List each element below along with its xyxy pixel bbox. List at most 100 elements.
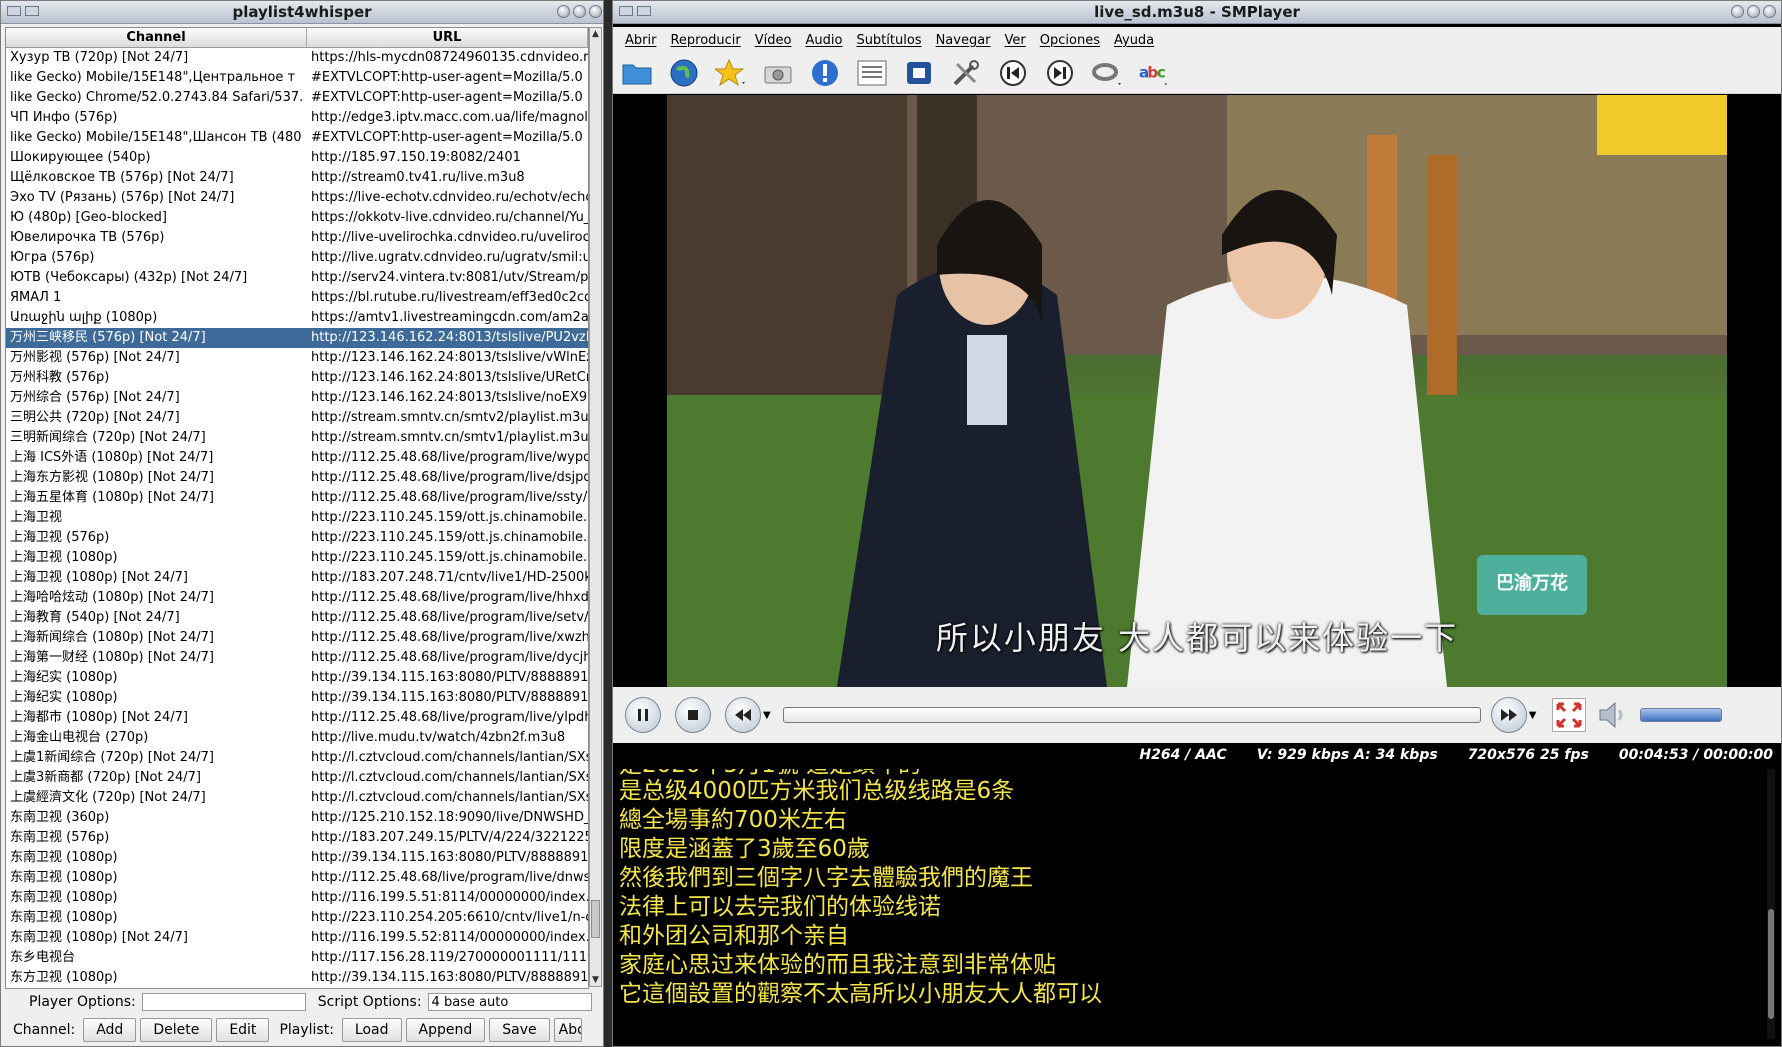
table-row[interactable]: 上海五星体育 (1080p) [Not 24/7] http://112.25.4… — [6, 488, 588, 508]
playlist-scrollbar[interactable]: ▲ ▼ — [589, 27, 602, 987]
mute-button[interactable] — [1596, 699, 1632, 731]
table-row[interactable]: 上海教育 (540p) [Not 24/7] http://112.25.48.6… — [6, 608, 588, 628]
info-exclamation-icon[interactable] — [809, 57, 841, 89]
open-folder-icon[interactable] — [621, 57, 653, 89]
table-row[interactable]: 上海卫视 (1080p) [Not 24/7] http://183.207.24… — [6, 568, 588, 588]
table-row-selected[interactable]: 万州三峡移民 (576p) [Not 24/7] http://123.146.1… — [6, 328, 588, 348]
previous-track-icon[interactable] — [997, 57, 1029, 89]
table-row[interactable]: ЧП Инфо (576p) http://edge3.iptv.macc.com… — [6, 108, 588, 128]
minimize-icon[interactable] — [1731, 5, 1744, 18]
add-channel-button[interactable]: Add — [83, 1018, 137, 1042]
table-row[interactable]: 万州科教 (576p) http://123.146.162.24:8013/ts… — [6, 368, 588, 388]
table-row[interactable]: 上海东方影视 (1080p) [Not 24/7] http://112.25.4… — [6, 468, 588, 488]
table-row[interactable]: Шокирующее (540p) http://185.97.150.19:80… — [6, 148, 588, 168]
column-header-channel[interactable]: Channel — [6, 28, 307, 47]
playlist-list-icon[interactable] — [856, 57, 888, 89]
volume-slider[interactable] — [1640, 708, 1723, 722]
table-row[interactable]: 万州影视 (576p) [Not 24/7] http://123.146.162… — [6, 348, 588, 368]
table-row[interactable]: 东南卫视 (360p) http://125.210.152.18:9090/li… — [6, 808, 588, 828]
video-area[interactable]: 所以小朋友 大人都可以来体验一下 巴渝万花 — [617, 95, 1777, 687]
table-row[interactable]: 上海都市 (1080p) [Not 24/7] http://112.25.48.… — [6, 708, 588, 728]
screenshot-camera-icon[interactable] — [762, 57, 794, 89]
pause-button[interactable] — [625, 697, 661, 733]
maximize-icon[interactable] — [573, 5, 586, 18]
table-row[interactable]: 上虞經濟文化 (720p) [Not 24/7] http://l.cztvclo… — [6, 788, 588, 808]
table-row[interactable]: 上虞3新商都 (720p) [Not 24/7] http://l.cztvclo… — [6, 768, 588, 788]
table-row[interactable]: 东乡电视台 http://117.156.28.119/270000001111/… — [6, 948, 588, 968]
channel-table[interactable]: Channel URL Хузур ТВ (720p) [Not 24/7] ht… — [5, 27, 589, 989]
table-row[interactable]: 东南卫视 (1080p) http://112.25.48.68/live/pro… — [6, 868, 588, 888]
open-url-globe-icon[interactable] — [668, 57, 700, 89]
table-row[interactable]: 上海金山电视台 (270p) http://live.mudu.tv/watch/… — [6, 728, 588, 748]
favorites-star-icon[interactable] — [715, 57, 747, 89]
next-track-icon[interactable] — [1044, 57, 1076, 89]
table-row[interactable]: 上海 ICS外语 (1080p) [Not 24/7] http://112.25… — [6, 448, 588, 468]
table-row[interactable]: like Gecko) Chrome/52.0.2743.84 Safari/5… — [6, 88, 588, 108]
table-row[interactable]: Хузур ТВ (720p) [Not 24/7] https://hls-my… — [6, 48, 588, 68]
menu-audio[interactable]: Audio — [805, 33, 842, 48]
table-row[interactable]: 上海卫视 (1080p) http://223.110.245.159/ott.j… — [6, 548, 588, 568]
window-menu-icon[interactable] — [7, 6, 21, 16]
save-playlist-button[interactable]: Save — [489, 1018, 550, 1042]
table-row[interactable]: Эхо TV (Рязань) (576p) [Not 24/7] https:/… — [6, 188, 588, 208]
table-row[interactable]: 三明公共 (720p) [Not 24/7] http://stream.smnt… — [6, 408, 588, 428]
repeat-loop-icon[interactable] — [1091, 57, 1123, 89]
stop-button[interactable] — [675, 697, 711, 733]
menu-navegar[interactable]: Navegar — [936, 33, 991, 48]
menu-ver[interactable]: Ver — [1005, 33, 1026, 48]
playlist-titlebar[interactable]: playlist4whisper — [1, 1, 603, 24]
append-playlist-button[interactable]: Append — [405, 1018, 486, 1042]
minimize-icon[interactable] — [557, 5, 570, 18]
transcript-scrollbar[interactable] — [1767, 769, 1775, 1039]
table-row[interactable]: 东南卫视 (1080p) http://39.134.115.163:8080/P… — [6, 848, 588, 868]
column-header-url[interactable]: URL — [307, 28, 588, 47]
table-row[interactable]: like Gecko) Mobile/15E148",Шансон ТВ (48… — [6, 128, 588, 148]
preferences-tools-icon[interactable] — [950, 57, 982, 89]
table-row[interactable]: Առաջին ալիք (1080p) https://amtv1.livestr… — [6, 308, 588, 328]
menu-ayuda[interactable]: Ayuda — [1114, 33, 1154, 48]
table-row[interactable]: 上海第一财经 (1080p) [Not 24/7] http://112.25.4… — [6, 648, 588, 668]
table-row[interactable]: 东南卫视 (576p) http://183.207.249.15/PLTV/4/… — [6, 828, 588, 848]
table-row[interactable]: 东南卫视 (1080p) http://116.199.5.51:8114/000… — [6, 888, 588, 908]
edit-channel-button[interactable]: Edit — [216, 1018, 270, 1042]
table-row[interactable]: 上虞1新闻综合 (720p) [Not 24/7] http://l.cztvcl… — [6, 748, 588, 768]
window-menu-icon[interactable] — [619, 6, 633, 16]
table-row[interactable]: ЯМАЛ 1 https://bl.rutube.ru/livestream/ef… — [6, 288, 588, 308]
script-options-input[interactable] — [427, 993, 592, 1011]
about-button[interactable]: Abou — [553, 1018, 582, 1042]
player-options-input[interactable] — [141, 993, 306, 1011]
table-row[interactable]: Ю (480p) [Geo-blocked] https://okkotv-liv… — [6, 208, 588, 228]
delete-channel-button[interactable]: Delete — [140, 1018, 213, 1042]
player-titlebar[interactable]: live_sd.m3u8 - SMPlayer — [613, 1, 1781, 24]
menu-abrir[interactable]: Abrir — [625, 33, 656, 48]
scrollbar-thumb[interactable] — [591, 900, 600, 938]
table-row[interactable]: 三明新闻综合 (720p) [Not 24/7] http://stream.sm… — [6, 428, 588, 448]
menu-reproducir[interactable]: Reproducir — [670, 33, 740, 48]
table-row[interactable]: 上海卫视 http://223.110.245.159/ott.js.chinam… — [6, 508, 588, 528]
table-row[interactable]: Ювелирочка ТВ (576p) http://live-uveliroc… — [6, 228, 588, 248]
table-row[interactable]: 上海纪实 (1080p) http://39.134.115.163:8080/P… — [6, 668, 588, 688]
table-row[interactable]: 东南卫视 (1080p) http://223.110.254.205:6610/… — [6, 908, 588, 928]
rewind-menu-chevron-icon[interactable]: ▼ — [763, 710, 771, 721]
window-shade-icon[interactable] — [25, 6, 39, 16]
table-row[interactable]: 万州综合 (576p) [Not 24/7] http://123.146.162… — [6, 388, 588, 408]
forward-menu-chevron-icon[interactable]: ▼ — [1529, 710, 1537, 721]
close-icon[interactable] — [589, 5, 602, 18]
maximize-icon[interactable] — [1747, 5, 1760, 18]
table-row[interactable]: like Gecko) Mobile/15E148",Центральное т… — [6, 68, 588, 88]
menu-video[interactable]: Vídeo — [755, 33, 792, 48]
forward-button[interactable] — [1490, 697, 1527, 733]
table-row[interactable]: 上海卫视 (576p) http://223.110.245.159/ott.js… — [6, 528, 588, 548]
table-row[interactable]: Югра (576p) http://live.ugratv.cdnvideo.r… — [6, 248, 588, 268]
table-row[interactable]: 东南卫视 (1080p) [Not 24/7] http://116.199.5.… — [6, 928, 588, 948]
window-shade-icon[interactable] — [637, 6, 651, 16]
seek-bar[interactable] — [782, 707, 1481, 723]
rewind-button[interactable] — [725, 697, 761, 733]
fullscreen-button[interactable] — [1552, 698, 1587, 732]
table-row[interactable]: 上海新闻综合 (1080p) [Not 24/7] http://112.25.4… — [6, 628, 588, 648]
table-row[interactable]: Щёлковское ТВ (576p) [Not 24/7] http://st… — [6, 168, 588, 188]
close-icon[interactable] — [1763, 5, 1776, 18]
scroll-up-icon[interactable]: ▲ — [590, 28, 601, 40]
table-row[interactable]: 上海纪实 (1080p) http://39.134.115.163:8080/P… — [6, 688, 588, 708]
table-row[interactable]: 上海哈哈炫动 (1080p) [Not 24/7] http://112.25.4… — [6, 588, 588, 608]
